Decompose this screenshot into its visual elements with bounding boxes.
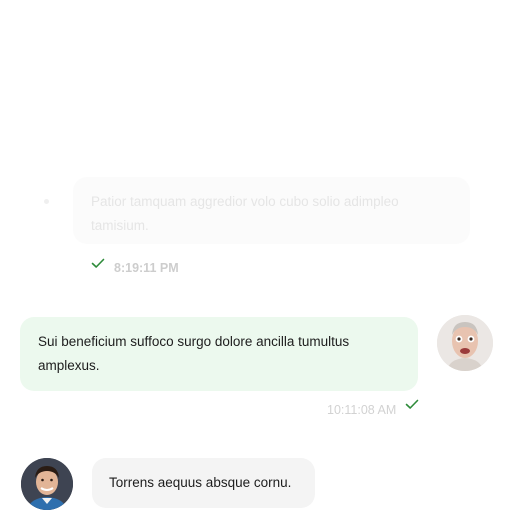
message-timestamp: 10:11:08 AM [327,403,397,417]
message-bubble-sent[interactable]: Sui beneficium suffoco surgo dolore anci… [20,317,418,391]
message-bubble-received[interactable]: Torrens aequus absque cornu. [92,458,315,508]
check-icon [405,399,419,410]
message-text: Torrens aequus absque cornu. [109,475,292,490]
message-indicator-dot [44,199,49,204]
check-icon [91,258,105,269]
message-text: Sui beneficium suffoco surgo dolore anci… [38,334,350,373]
user-avatar[interactable] [437,315,493,371]
contact-avatar[interactable] [21,458,73,510]
message-timestamp: 8:19:11 PM [114,261,179,275]
message-bubble[interactable]: Patior tamquam aggredior volo cubo solio… [73,177,470,244]
message-text: Patior tamquam aggredior volo cubo solio… [91,194,399,233]
